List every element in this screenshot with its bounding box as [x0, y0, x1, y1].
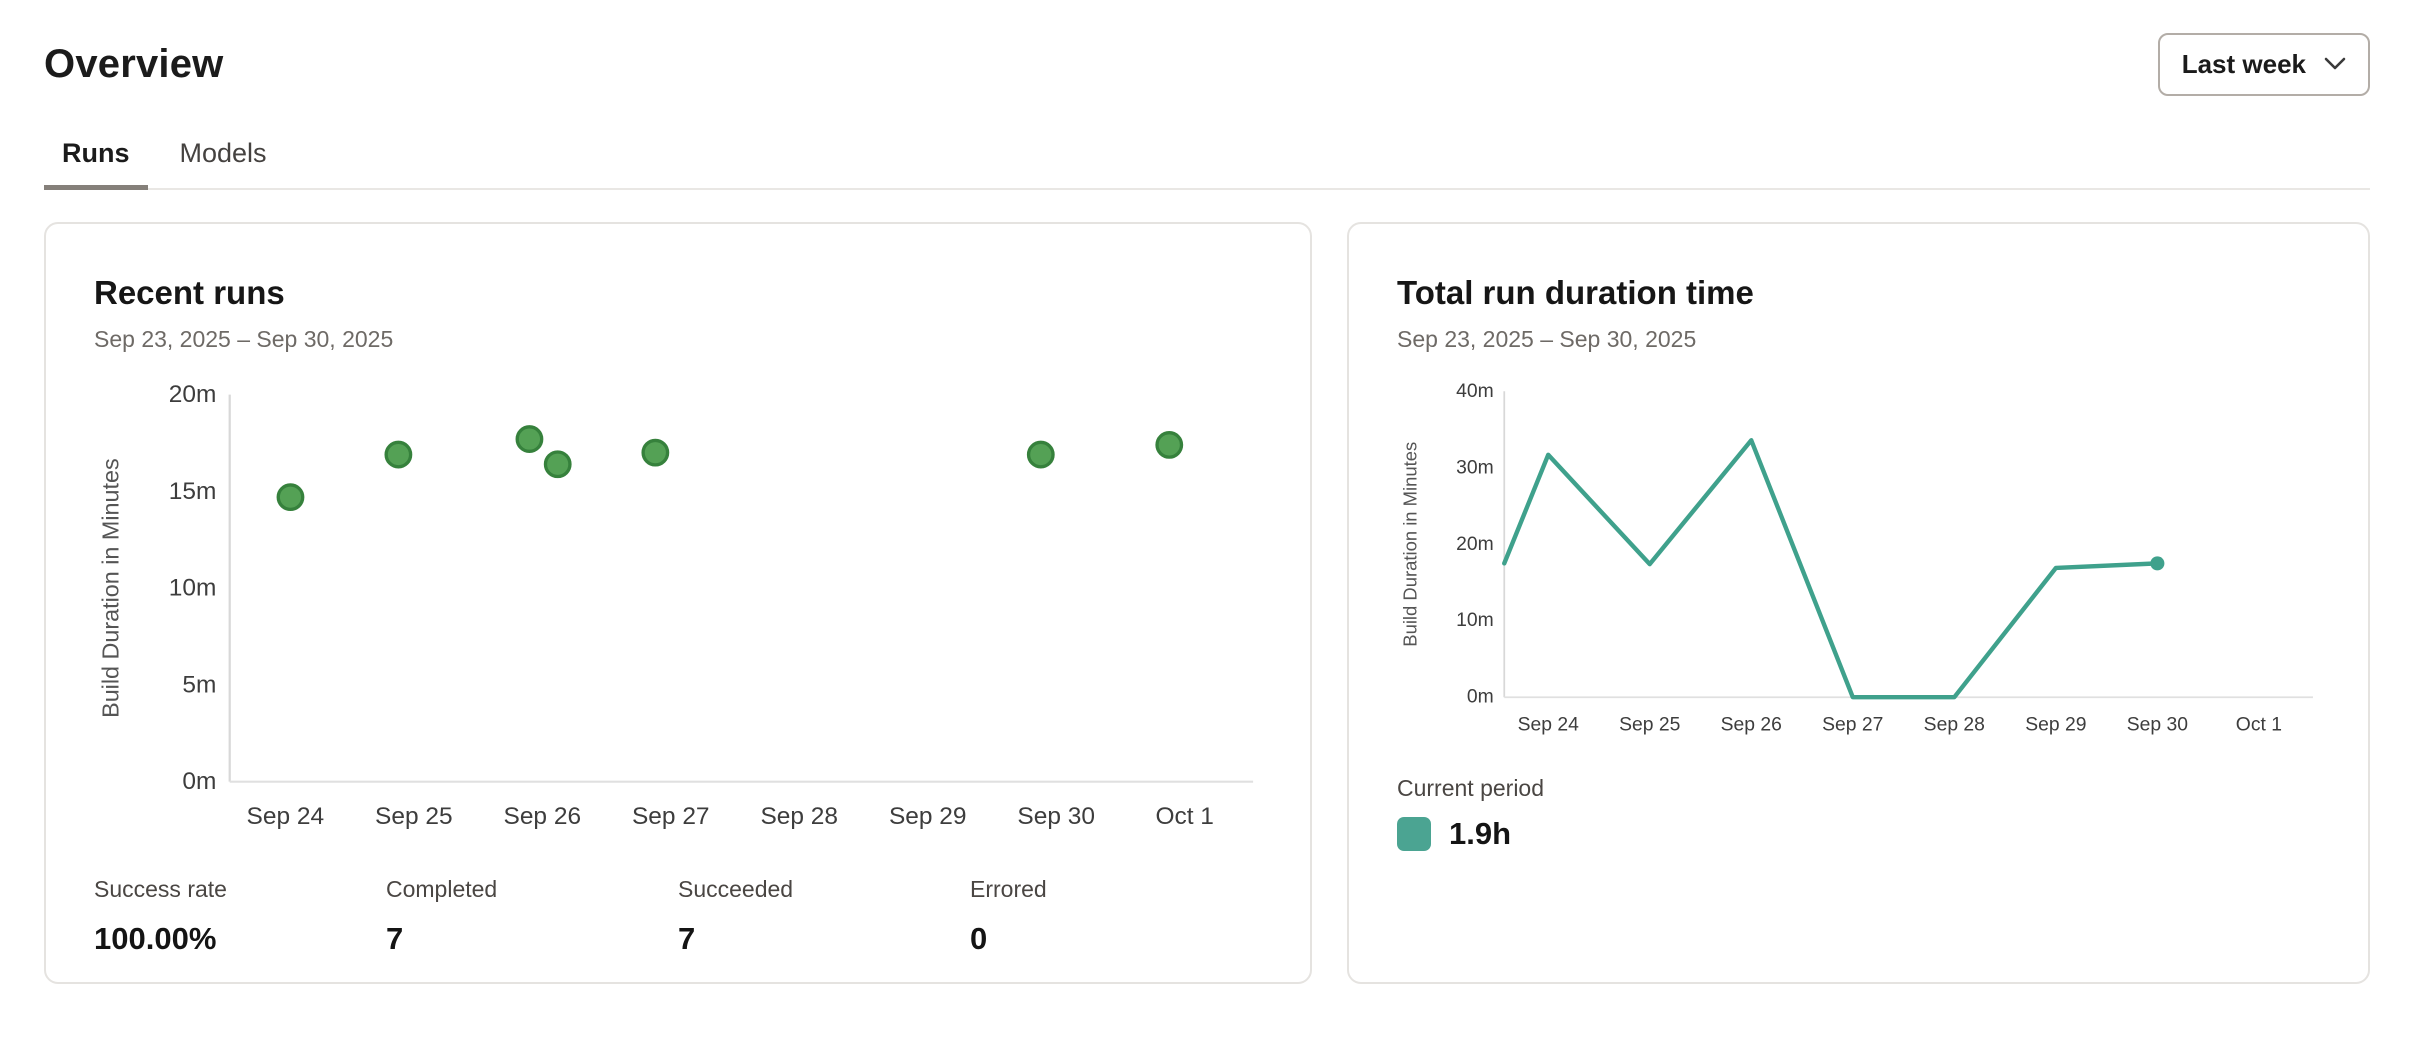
stat-errored: Errored 0 [970, 876, 1262, 957]
x-tick-label: Sep 24 [1518, 715, 1580, 736]
stat-completed: Completed 7 [386, 876, 678, 957]
y-tick-label: 20m [1456, 534, 1494, 555]
recent-runs-svg: 0m 5m 10m 15m 20m Sep 24 Sep 25 Sep 26 Sep 27 Sep… [94, 379, 1262, 860]
page-title: Overview [44, 42, 224, 87]
run-data-point[interactable] [386, 442, 410, 466]
y-tick-label: 0m [1467, 687, 1494, 708]
page-header: Overview Last week [44, 30, 2370, 98]
stat-value: 7 [386, 921, 678, 957]
tab-runs[interactable]: Runs [44, 138, 148, 190]
y-tick-label: 40m [1456, 381, 1494, 402]
period-selector-value: Last week [2182, 49, 2306, 80]
card-date-range: Sep 23, 2025 – Sep 30, 2025 [94, 326, 1262, 353]
x-tick-label: Sep 27 [1822, 715, 1883, 736]
stat-label: Completed [386, 876, 678, 903]
stat-value: 100.00% [94, 921, 386, 957]
card-title: Recent runs [94, 274, 1262, 312]
x-tick-label: Sep 27 [632, 803, 710, 830]
stat-value: 0 [970, 921, 1262, 957]
cards-row: Recent runs Sep 23, 2025 – Sep 30, 2025 … [44, 222, 2370, 984]
legend-color-swatch [1397, 817, 1431, 851]
duration-chart: 0m 10m 20m 30m 40m Sep 24 Sep 25 Sep 26 Sep 27 Se… [1397, 379, 2320, 759]
overview-page: Overview Last week Runs Models Recent ru… [0, 0, 2414, 984]
period-selector-dropdown[interactable]: Last week [2158, 33, 2370, 96]
y-tick-label: 10m [1456, 610, 1494, 631]
x-tick-label: Sep 24 [247, 803, 325, 830]
duration-card: Total run duration time Sep 23, 2025 – S… [1347, 222, 2370, 984]
x-tick-label: Sep 26 [1721, 715, 1782, 736]
y-tick-label: 15m [169, 478, 217, 505]
chart-legend: Current period 1.9h [1397, 775, 2320, 852]
y-axis-title: Build Duration in Minutes [97, 458, 123, 718]
run-data-point[interactable] [643, 440, 667, 464]
x-tick-label: Sep 28 [760, 803, 838, 830]
run-data-point[interactable] [278, 485, 302, 509]
x-tick-label: Sep 30 [2127, 715, 2188, 736]
legend-value: 1.9h [1449, 816, 1511, 852]
y-tick-label: 30m [1456, 457, 1494, 478]
card-date-range: Sep 23, 2025 – Sep 30, 2025 [1397, 326, 2320, 353]
x-tick-label: Sep 30 [1017, 803, 1095, 830]
line-end-marker [2150, 556, 2164, 570]
card-title: Total run duration time [1397, 274, 2320, 312]
run-stats-row: Success rate 100.00% Completed 7 Succeed… [94, 876, 1262, 957]
stat-succeeded: Succeeded 7 [678, 876, 970, 957]
recent-runs-chart: 0m 5m 10m 15m 20m Sep 24 Sep 25 Sep 26 Sep 27 Sep… [94, 379, 1262, 860]
duration-line-series [1504, 440, 2157, 697]
recent-runs-card: Recent runs Sep 23, 2025 – Sep 30, 2025 … [44, 222, 1312, 984]
x-tick-label: Sep 25 [1619, 715, 1680, 736]
stat-value: 7 [678, 921, 970, 957]
y-axis-title: Build Duration in Minutes [1399, 442, 1420, 647]
x-tick-label: Oct 1 [1155, 803, 1213, 830]
stat-label: Errored [970, 876, 1262, 903]
x-tick-label: Sep 29 [889, 803, 967, 830]
tab-bar: Runs Models [44, 138, 2370, 190]
x-tick-label: Sep 26 [504, 803, 582, 830]
tab-models[interactable]: Models [162, 138, 285, 190]
x-tick-label: Sep 25 [375, 803, 453, 830]
run-data-point[interactable] [545, 452, 569, 476]
legend-row: 1.9h [1397, 816, 2320, 852]
x-tick-label: Sep 28 [1924, 715, 1985, 736]
y-tick-label: 0m [182, 768, 216, 795]
y-tick-label: 20m [169, 381, 217, 408]
x-tick-label: Oct 1 [2236, 715, 2282, 736]
legend-label: Current period [1397, 775, 2320, 802]
stat-success-rate: Success rate 100.00% [94, 876, 386, 957]
run-data-point[interactable] [1029, 442, 1053, 466]
y-tick-label: 5m [182, 671, 216, 698]
total-run-duration-svg: 0m 10m 20m 30m 40m Sep 24 Sep 25 Sep 26 Sep 27 Se… [1397, 379, 2320, 759]
stat-label: Success rate [94, 876, 386, 903]
chevron-down-icon [2324, 57, 2346, 71]
run-data-point[interactable] [517, 427, 541, 451]
stat-label: Succeeded [678, 876, 970, 903]
x-tick-label: Sep 29 [2025, 715, 2086, 736]
y-tick-label: 10m [169, 575, 217, 602]
run-data-point[interactable] [1157, 433, 1181, 457]
